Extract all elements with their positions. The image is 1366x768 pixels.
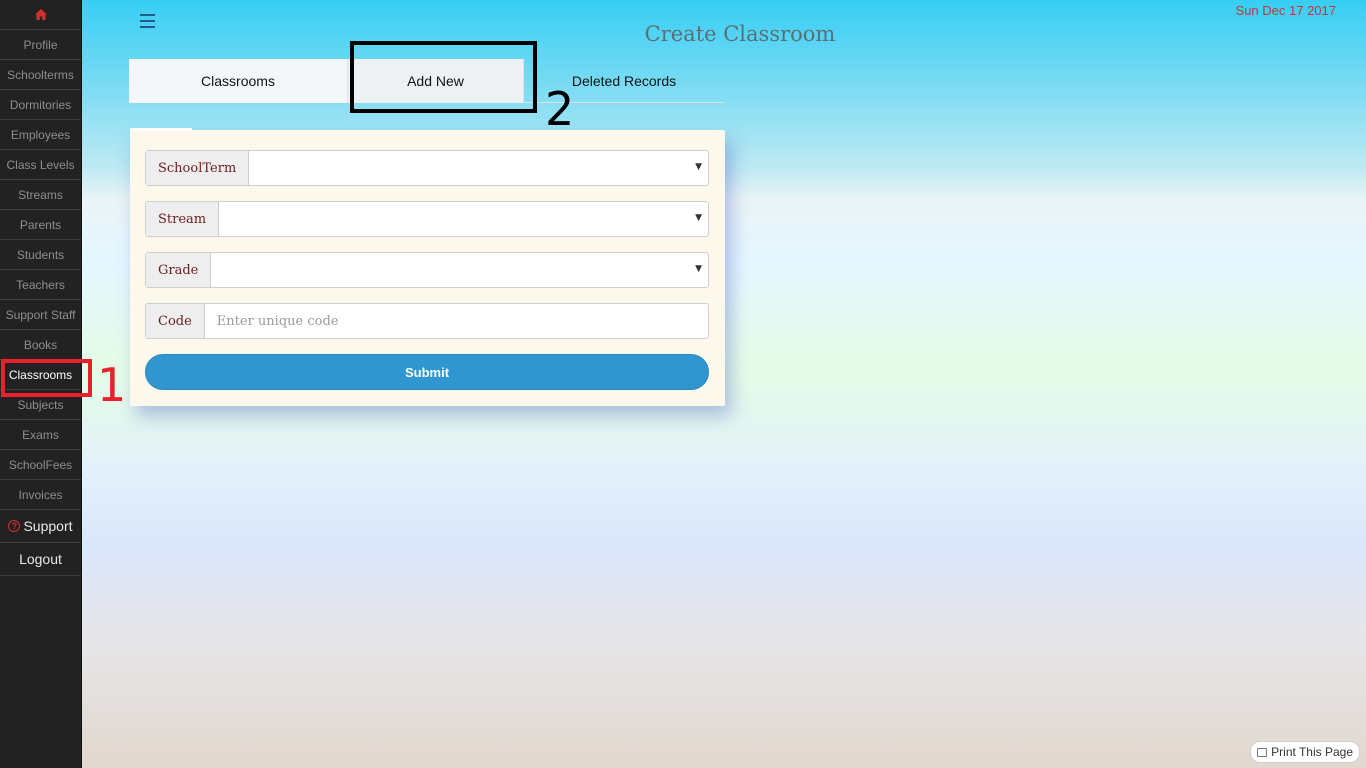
create-classroom-form: SchoolTerm ▼ Stream ▼ Grade ▼ Code Submi… [130, 128, 725, 406]
sidebar-item-books[interactable]: Books [0, 330, 81, 360]
schoolterm-label: SchoolTerm [146, 151, 250, 185]
sidebar-item-teachers[interactable]: Teachers [0, 270, 81, 300]
sidebar-home[interactable] [0, 0, 81, 30]
schoolterm-field: SchoolTerm ▼ [145, 150, 709, 186]
sidebar-item-support[interactable]: ? Support [0, 510, 81, 543]
sidebar-item-exams[interactable]: Exams [0, 420, 81, 450]
sidebar-item-parents[interactable]: Parents [0, 210, 81, 240]
submit-button[interactable]: Submit [145, 354, 709, 390]
sidebar-item-streams[interactable]: Streams [0, 180, 81, 210]
sidebar-item-students[interactable]: Students [0, 240, 81, 270]
current-date: Sun Dec 17 2017 [1235, 3, 1336, 18]
annotation-number-1: 1 [97, 358, 127, 412]
page-title: Create Classroom [644, 22, 836, 46]
sidebar-item-invoices[interactable]: Invoices [0, 480, 81, 510]
caret-down-icon: ▼ [695, 162, 702, 172]
print-button[interactable]: Print This Page [1250, 741, 1360, 763]
sidebar-item-dormitories[interactable]: Dormitories [0, 90, 81, 120]
grade-label: Grade [146, 253, 212, 287]
sidebar-item-schoolfees[interactable]: SchoolFees [0, 450, 81, 480]
printer-icon [1257, 747, 1268, 757]
sidebar-item-support-staff[interactable]: Support Staff [0, 300, 81, 330]
code-input[interactable] [204, 304, 708, 338]
menu-toggle-icon[interactable] [140, 14, 155, 28]
sidebar-item-logout[interactable]: Logout [0, 543, 81, 576]
sidebar-item-class-levels[interactable]: Class Levels [0, 150, 81, 180]
schoolterm-select[interactable]: ▼ [249, 151, 708, 185]
sidebar-item-schoolterms[interactable]: Schoolterms [0, 60, 81, 90]
sidebar-support-label: Support [23, 518, 73, 534]
grade-field: Grade ▼ [145, 252, 709, 288]
panel-notch [130, 128, 192, 131]
code-field: Code [145, 303, 709, 339]
question-circle-icon: ? [8, 520, 21, 532]
tab-classrooms[interactable]: Classrooms [129, 59, 348, 103]
annotation-number-2: 2 [545, 82, 575, 136]
stream-select[interactable]: ▼ [219, 202, 708, 236]
caret-down-icon: ▼ [695, 213, 702, 223]
sidebar-item-profile[interactable]: Profile [0, 30, 81, 60]
print-label: Print This Page [1271, 745, 1353, 759]
annotation-box-2 [350, 41, 537, 113]
sidebar-item-employees[interactable]: Employees [0, 120, 81, 150]
stream-label: Stream [146, 202, 220, 236]
grade-select[interactable]: ▼ [211, 253, 708, 287]
caret-down-icon: ▼ [695, 264, 702, 274]
stream-field: Stream ▼ [145, 201, 709, 237]
code-label: Code [146, 304, 205, 338]
annotation-box-1 [1, 359, 92, 397]
home-icon [34, 9, 47, 20]
